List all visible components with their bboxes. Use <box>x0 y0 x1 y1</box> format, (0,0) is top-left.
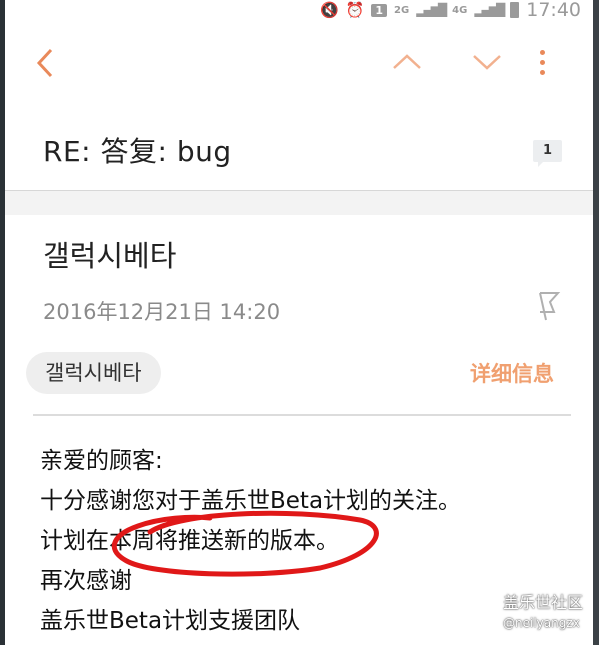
recipient-chip[interactable]: 갤럭시베타 <box>26 352 161 394</box>
chevron-up-icon <box>393 54 421 69</box>
more-options-button[interactable] <box>540 50 548 75</box>
watermark-title: 盖乐世社区 <box>503 593 584 612</box>
mute-icon: 🔇 <box>320 1 339 19</box>
watermark-handle: @neilyangzx <box>503 616 580 630</box>
email-toolbar <box>5 40 593 95</box>
more-vertical-icon <box>540 50 545 55</box>
details-link[interactable]: 详细信息 <box>470 358 554 388</box>
email-date: 2016年12月21日 14:20 <box>43 300 281 324</box>
body-line: 再次感谢 <box>40 568 132 594</box>
flag-icon <box>539 292 561 321</box>
signal-icon: ▂▄▆█ <box>416 3 447 17</box>
header-band <box>5 191 593 215</box>
battery-icon <box>510 2 520 18</box>
status-time: 17:40 <box>526 0 581 21</box>
sender-name: 갤럭시베타 <box>43 239 177 273</box>
body-line: 计划在本周将推送新的版本。 <box>40 528 339 554</box>
signal-icon-2: ▂▄▆█ <box>474 3 505 17</box>
body-line: 盖乐世Beta计划支援团队 <box>40 608 301 634</box>
flag-button[interactable] <box>537 290 561 326</box>
chevron-left-icon <box>36 48 53 78</box>
body-line: 十分感谢您对于盖乐世Beta计划的关注。 <box>40 488 462 514</box>
watermark: 盖乐世社区 @neilyangzx <box>503 589 583 630</box>
alarm-icon: ⏰ <box>345 1 365 19</box>
body-divider <box>33 414 571 416</box>
network-2g-label: 2G <box>394 4 410 16</box>
thread-count-badge[interactable]: 1 <box>533 140 562 167</box>
next-email-button[interactable] <box>470 44 504 82</box>
email-body: 亲爱的顾客: 十分感谢您对于盖乐世Beta计划的关注。 计划在本周将推送新的版本… <box>40 441 461 641</box>
previous-email-button[interactable] <box>390 44 424 82</box>
body-line: 亲爱的顾客: <box>40 448 163 474</box>
screen-left-edge <box>0 0 5 645</box>
network-4g-label: 4G <box>452 4 468 16</box>
status-bar: 🔇 ⏰ 1 2G ▂▄▆█ 4G ▂▄▆█ 17:40 <box>5 0 593 21</box>
screen-right-edge <box>593 0 599 645</box>
chevron-down-icon <box>473 55 501 70</box>
notification-badge: 1 <box>371 3 388 17</box>
back-button[interactable] <box>35 46 57 89</box>
email-subject: RE: 答复: bug <box>43 135 232 168</box>
